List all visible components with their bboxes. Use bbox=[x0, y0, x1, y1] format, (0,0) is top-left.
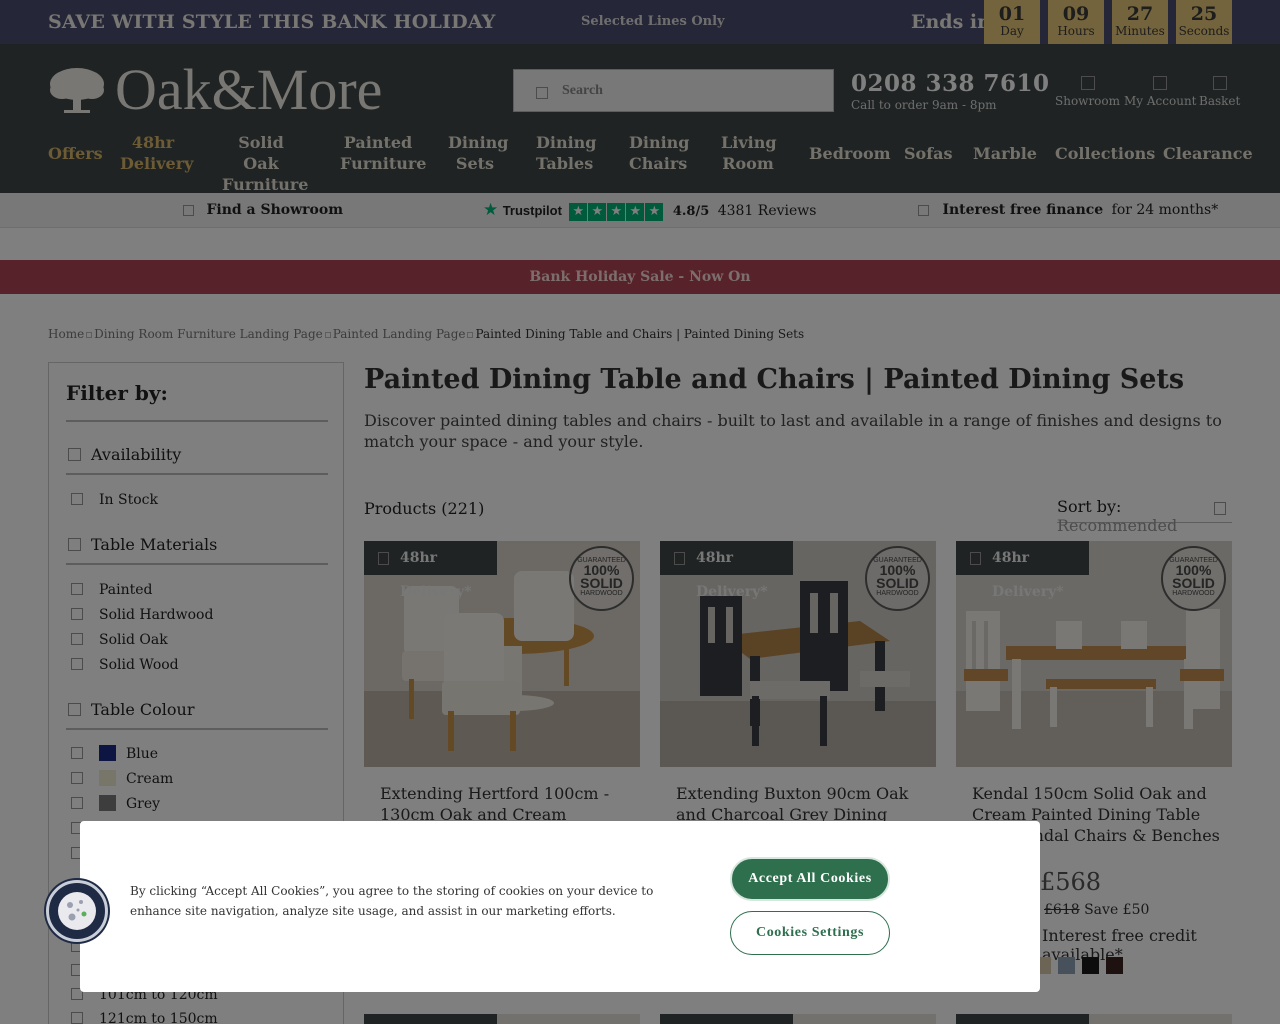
accept-all-cookies-button[interactable]: Accept All Cookies bbox=[730, 857, 890, 901]
cookie-icon bbox=[58, 892, 96, 930]
cookie-settings-button[interactable]: Cookies Settings bbox=[730, 911, 890, 955]
cookie-text: By clicking “Accept All Cookies”, you ag… bbox=[130, 884, 654, 918]
cookie-preferences-button[interactable] bbox=[46, 880, 108, 942]
cookie-banner: By clicking “Accept All Cookies”, you ag… bbox=[80, 821, 1040, 992]
